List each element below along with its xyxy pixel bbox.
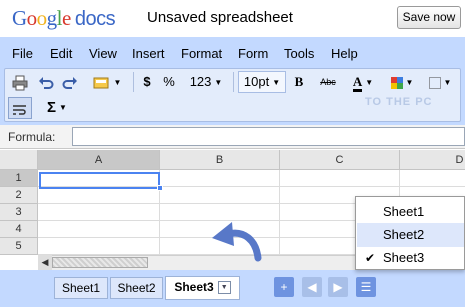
sheet-menu-item-1[interactable]: Sheet1 [357,200,464,224]
menu-insert[interactable]: Insert [132,46,165,62]
text-color-dropdown[interactable]: A ▼ [347,71,379,93]
fill-color-icon [390,76,403,89]
sheet-list-menu: Sheet1 Sheet2 ✔ Sheet3 [355,196,465,270]
all-sheets-menu-icon[interactable]: ☰ [356,277,376,297]
sheet-tab-2[interactable]: Sheet2 [110,277,163,299]
print-icon[interactable] [9,71,31,93]
chevron-down-icon: ▼ [365,77,374,87]
logo-docs: docs [74,8,116,30]
chevron-down-icon: ▼ [59,103,67,113]
sheet-menu-item-3[interactable]: ✔ Sheet3 [357,246,464,270]
sum-dropdown[interactable]: Σ ▼ [41,97,73,119]
wrap-text-icon [13,104,26,115]
formula-input[interactable] [72,127,465,146]
formula-label: Formula: [8,130,56,144]
toolbar: ▼ $ % 123 ▼ 10pt ▼ B Abc A ▼ ▼ ▼ Σ ▼ [4,68,461,122]
watermark: TO THE PC [365,96,433,108]
next-sheet-icon[interactable]: ▶ [328,277,348,297]
google-docs-logo[interactable]: Google docs [12,4,116,33]
chevron-down-icon: ▼ [272,77,281,87]
fill-handle[interactable] [157,185,163,191]
scroll-left-arrow-icon[interactable]: ◀ [38,255,52,270]
sheet-menu-item-label: Sheet2 [383,227,425,242]
logo-letter: o [36,6,48,30]
checkmark-icon: ✔ [365,251,376,265]
row-header-2[interactable]: 2 [0,187,38,204]
chevron-down-icon: ▼ [405,77,414,87]
menubar: File Edit View Insert Format Form Tools … [0,40,465,66]
sheet-menu-item-label: Sheet1 [383,204,425,219]
scrollbar-thumb[interactable] [52,257,148,268]
logo-letter: g [46,6,58,30]
sheet-tab-3-label: Sheet3 [174,280,214,294]
tab-menu-chevron-icon[interactable]: ▼ [217,281,231,295]
text-color-icon: A [352,74,363,92]
bold-button[interactable]: B [291,71,307,93]
sigma-icon: Σ [47,99,57,116]
sheet-tab-1[interactable]: Sheet1 [54,277,108,299]
menu-tools[interactable]: Tools [284,46,314,62]
column-header-a[interactable]: A [38,150,160,170]
fill-color-dropdown[interactable]: ▼ [387,71,417,93]
menu-format[interactable]: Format [181,46,222,62]
percent-format-button[interactable]: % [161,71,177,93]
row-header-3[interactable]: 3 [0,204,38,221]
logo-letter: o [26,6,38,30]
row-header-5[interactable]: 5 [0,238,38,255]
sheet-tab-3[interactable]: Sheet3 ▼ [165,276,240,300]
row-header-1[interactable]: 1 [0,170,38,187]
borders-dropdown[interactable]: ▼ [425,71,455,93]
document-title[interactable]: Unsaved spreadsheet [147,8,293,28]
number-format-dropdown[interactable]: 123 ▼ [185,71,227,93]
column-header-c[interactable]: C [280,150,400,170]
chevron-down-icon: ▼ [113,77,122,87]
curved-arrow-icon [208,220,264,265]
menu-file[interactable]: File [12,46,33,62]
logo-letter: G [12,6,27,30]
currency-format-button[interactable]: $ [139,71,155,93]
selected-cell-a1[interactable] [39,172,160,189]
logo-letter: e [62,6,71,30]
redo-icon[interactable] [59,71,81,93]
menu-view[interactable]: View [89,46,117,62]
column-header-b[interactable]: B [160,150,280,170]
menu-edit[interactable]: Edit [50,46,72,62]
column-header-d[interactable]: D [400,150,465,170]
undo-icon[interactable] [35,71,57,93]
font-size-label: 10pt [243,74,270,89]
borders-icon [428,76,441,89]
chevron-down-icon: ▼ [443,77,452,87]
add-sheet-button[interactable]: + [274,277,294,297]
menu-help[interactable]: Help [331,46,358,62]
save-now-button[interactable]: Save now [397,6,461,29]
wrap-text-button[interactable] [8,97,32,119]
column-line [279,170,280,255]
sheet-menu-item-label: Sheet3 [383,250,425,265]
select-all-corner[interactable] [0,150,38,170]
strikethrough-button[interactable]: Abc [315,71,341,93]
sheet-menu-item-2[interactable]: Sheet2 [357,223,464,247]
chevron-down-icon: ▼ [214,77,223,87]
number-format-label: 123 [189,74,212,89]
previous-sheet-icon[interactable]: ◀ [302,277,322,297]
menu-form[interactable]: Form [238,46,268,62]
font-size-dropdown[interactable]: 10pt ▼ [238,71,286,93]
format-painter-icon[interactable]: ▼ [89,71,125,93]
row-header-4[interactable]: 4 [0,221,38,238]
